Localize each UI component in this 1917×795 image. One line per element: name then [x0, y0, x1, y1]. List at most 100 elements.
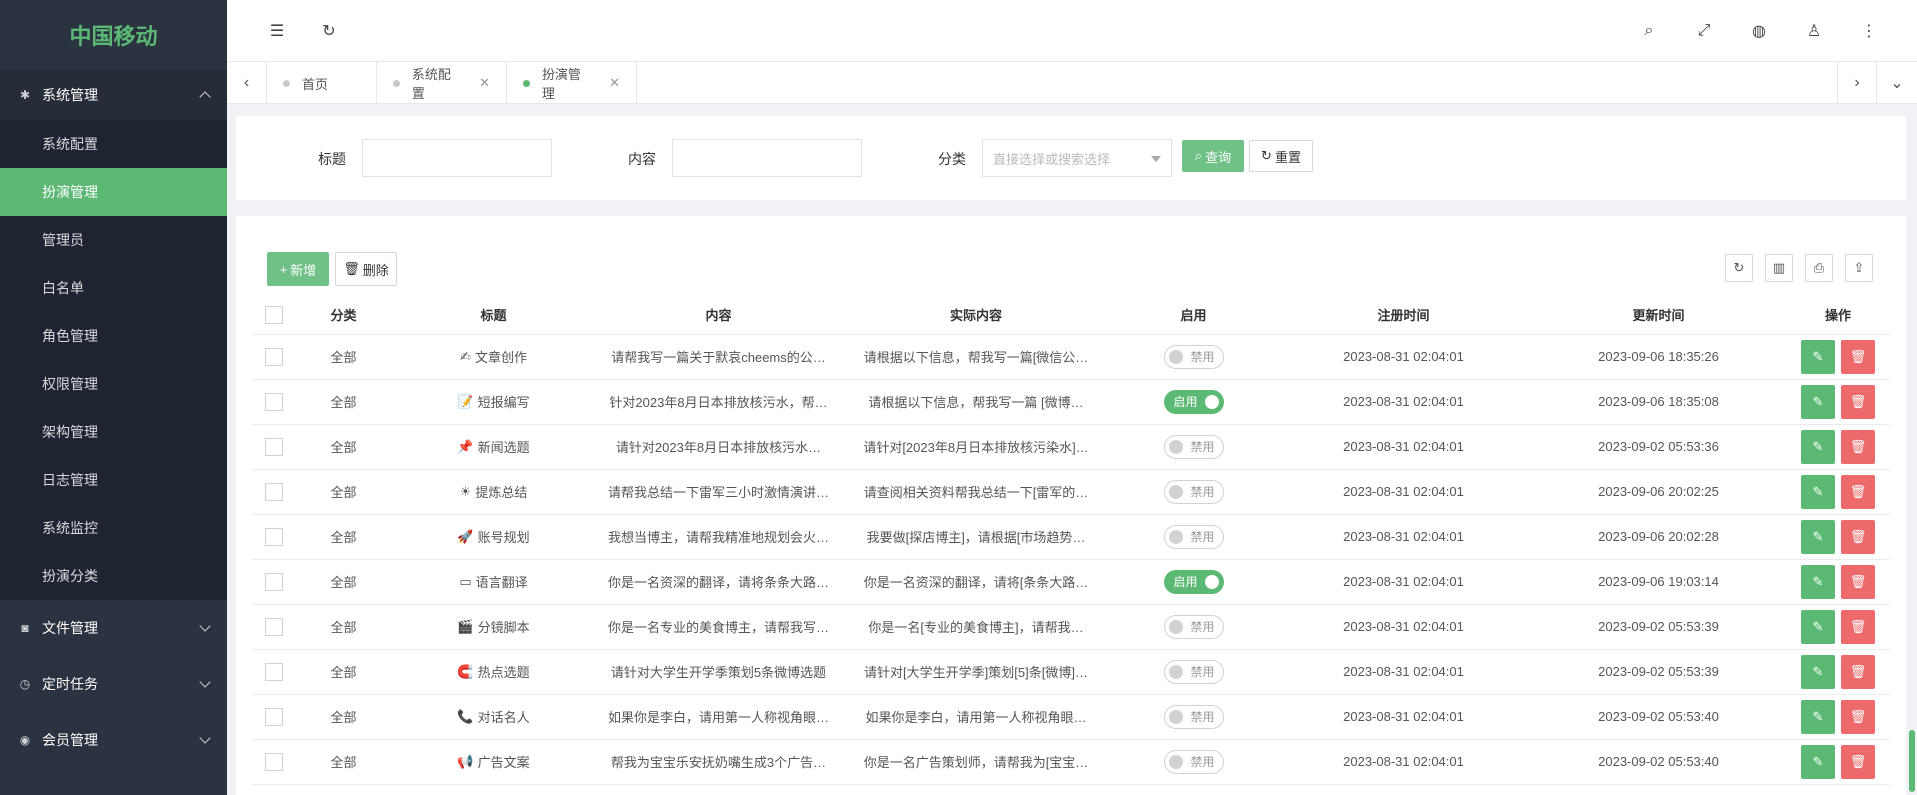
edit-icon[interactable]: ✎: [1801, 564, 1835, 599]
trash-icon[interactable]: 🗑: [1841, 519, 1875, 554]
row-checkbox[interactable]: [265, 392, 283, 411]
edit-icon[interactable]: ✎: [1801, 339, 1835, 374]
close-icon[interactable]: ✕: [479, 75, 490, 91]
menu-group-members[interactable]: ◉ 会员管理: [0, 712, 227, 768]
enable-toggle[interactable]: 禁用: [1163, 659, 1224, 684]
tab-home[interactable]: 首页: [267, 62, 377, 104]
row-checkbox[interactable]: [265, 662, 283, 681]
title-emoji-icon: ✍: [460, 348, 471, 364]
edit-icon[interactable]: ✎: [1801, 429, 1835, 464]
content-cell: 你是一名资深的翻译，请将条条大路…: [596, 559, 841, 605]
edit-icon[interactable]: ✎: [1801, 654, 1835, 689]
title-text: 提炼总结: [475, 485, 528, 500]
user-icon[interactable]: ♙: [1804, 21, 1824, 41]
enable-toggle[interactable]: 禁用: [1163, 344, 1224, 369]
table-row: 全部 ▭ 语言翻译 你是一名资深的翻译，请将条条大路… 你是一名资深的翻译，请将[条条大…: [252, 559, 1890, 605]
title-input[interactable]: [362, 139, 552, 177]
title-emoji-icon: 📌: [457, 438, 474, 454]
select-all-checkbox[interactable]: [265, 305, 283, 324]
refresh-icon[interactable]: ↻: [319, 21, 339, 41]
sidebar-item-org[interactable]: 架构管理: [0, 408, 227, 456]
actions-cell: ✎ 🗑: [1786, 424, 1890, 470]
trash-icon[interactable]: 🗑: [1841, 474, 1875, 509]
export-icon[interactable]: ⇪: [1845, 254, 1873, 282]
category-cell: 全部: [296, 559, 391, 605]
sidebar-item-monitor[interactable]: 系统监控: [0, 504, 227, 552]
trash-icon[interactable]: 🗑: [1841, 384, 1875, 419]
edit-icon[interactable]: ✎: [1801, 744, 1835, 779]
trash-icon[interactable]: 🗑: [1841, 339, 1875, 374]
row-checkbox[interactable]: [265, 752, 283, 771]
tab-dropdown-icon[interactable]: ⌄: [1877, 62, 1917, 104]
trash-icon[interactable]: 🗑: [1841, 744, 1875, 779]
print-icon[interactable]: ⎙: [1805, 254, 1833, 282]
sidebar-item-whitelist[interactable]: 白名单: [0, 264, 227, 312]
row-checkbox[interactable]: [265, 572, 283, 591]
enable-toggle[interactable]: 禁用: [1163, 479, 1224, 504]
gear-icon: ✱: [19, 88, 31, 102]
delete-button[interactable]: 🗑 删除: [335, 252, 397, 286]
sidebar-item-role-category[interactable]: 扮演分类: [0, 552, 227, 600]
trash-icon[interactable]: 🗑: [1841, 564, 1875, 599]
menu-group-files[interactable]: ◙ 文件管理: [0, 600, 227, 656]
menu-group-tasks[interactable]: ◷ 定时任务: [0, 656, 227, 712]
tab-label: 首页: [302, 76, 329, 92]
page-scrollbar[interactable]: [1909, 730, 1915, 792]
trash-icon[interactable]: 🗑: [1841, 699, 1875, 734]
menu-fold-icon[interactable]: ☰: [267, 21, 287, 41]
menu-group-label: 系统管理: [42, 87, 98, 103]
row-checkbox[interactable]: [265, 437, 283, 456]
actions-cell: ✎ 🗑: [1786, 604, 1890, 650]
enable-toggle[interactable]: 禁用: [1163, 434, 1224, 459]
add-button[interactable]: + 新增: [267, 252, 329, 286]
col-header: 启用: [1111, 296, 1276, 335]
tab-role-play[interactable]: 扮演管理 ✕: [507, 62, 637, 104]
tab-system-config[interactable]: 系统配置 ✕: [377, 62, 507, 104]
sidebar-item-system-config[interactable]: 系统配置: [0, 120, 227, 168]
trash-icon[interactable]: 🗑: [1841, 429, 1875, 464]
sidebar-item-permissions[interactable]: 权限管理: [0, 360, 227, 408]
category-cell: 全部: [296, 649, 391, 695]
trash-icon[interactable]: 🗑: [1841, 654, 1875, 689]
globe-icon[interactable]: ◍: [1749, 21, 1769, 41]
sidebar-item-role-play[interactable]: 扮演管理: [0, 168, 227, 216]
reset-button[interactable]: ↻ 重置: [1249, 140, 1313, 172]
tab-scroll-right-icon[interactable]: ›: [1837, 62, 1877, 104]
edit-icon[interactable]: ✎: [1801, 699, 1835, 734]
close-icon[interactable]: ✕: [609, 75, 620, 91]
sidebar-item-logs[interactable]: 日志管理: [0, 456, 227, 504]
enable-toggle[interactable]: 启用: [1163, 389, 1224, 414]
row-checkbox[interactable]: [265, 707, 283, 726]
columns-icon[interactable]: ▥: [1765, 254, 1793, 282]
enable-toggle[interactable]: 禁用: [1163, 614, 1224, 639]
enable-toggle[interactable]: 禁用: [1163, 524, 1224, 549]
trash-icon[interactable]: 🗑: [1841, 609, 1875, 644]
edit-icon[interactable]: ✎: [1801, 519, 1835, 554]
edit-icon[interactable]: ✎: [1801, 474, 1835, 509]
title-text: 账号规划: [477, 530, 530, 545]
title-cell: 🧲 热点选题: [391, 649, 596, 695]
row-checkbox[interactable]: [265, 347, 283, 366]
content-cell: 帮我为宝宝乐安抚奶嘴生成3个广告…: [596, 739, 841, 785]
row-checkbox[interactable]: [265, 527, 283, 546]
tab-scroll-left-icon[interactable]: ‹: [227, 62, 267, 104]
sidebar-item-roles[interactable]: 角色管理: [0, 312, 227, 360]
enable-toggle[interactable]: 禁用: [1163, 749, 1224, 774]
edit-icon[interactable]: ✎: [1801, 384, 1835, 419]
category-select[interactable]: 直接选择或搜索选择: [982, 139, 1172, 177]
row-checkbox[interactable]: [265, 617, 283, 636]
title-text: 对话名人: [477, 710, 530, 725]
row-checkbox[interactable]: [265, 482, 283, 501]
query-button[interactable]: ⌕ 查询: [1182, 140, 1244, 172]
sidebar-item-admins[interactable]: 管理员: [0, 216, 227, 264]
enable-toggle[interactable]: 禁用: [1163, 704, 1224, 729]
fullscreen-icon[interactable]: ⤢: [1694, 21, 1714, 41]
table-refresh-icon[interactable]: ↻: [1725, 254, 1753, 282]
content-input[interactable]: [672, 139, 862, 177]
edit-icon[interactable]: ✎: [1801, 609, 1835, 644]
menu-group-system[interactable]: ✱ 系统管理: [0, 70, 227, 120]
enable-toggle[interactable]: 启用: [1163, 569, 1224, 594]
select-cell: [252, 739, 296, 785]
more-icon[interactable]: ⋮: [1859, 21, 1879, 41]
search-icon[interactable]: ⌕: [1639, 21, 1659, 41]
